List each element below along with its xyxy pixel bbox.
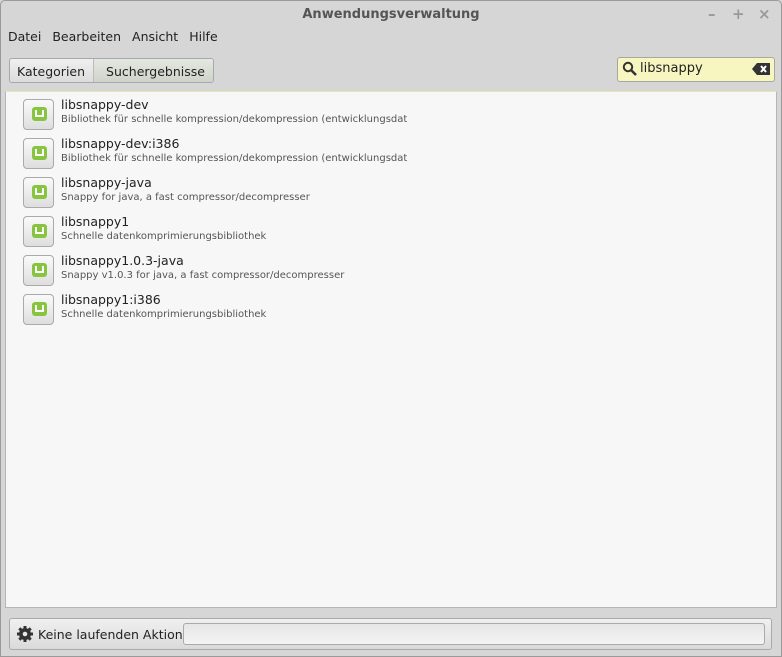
package-description: Schnelle datenkomprimierungsbibliothek bbox=[61, 309, 267, 320]
progress-bar bbox=[183, 623, 765, 645]
close-button[interactable]: × bbox=[758, 5, 771, 23]
package-list-item[interactable]: libsnappy-dev:i386 Bibliothek für schnell… bbox=[23, 136, 423, 174]
package-list-item[interactable]: libsnappy1:i386 Schnelle datenkomprimieru… bbox=[23, 292, 423, 330]
menu-hilfe[interactable]: Hilfe bbox=[189, 29, 217, 44]
package-name: libsnappy-dev bbox=[61, 97, 149, 112]
minimize-button[interactable]: – bbox=[708, 5, 716, 23]
window-title: Anwendungsverwaltung bbox=[302, 7, 480, 22]
package-description: Snappy v1.0.3 for java, a fast compresso… bbox=[61, 270, 345, 281]
menu-bearbeiten[interactable]: Bearbeiten bbox=[52, 29, 121, 44]
package-icon bbox=[23, 216, 54, 247]
package-name: libsnappy-dev:i386 bbox=[61, 136, 180, 151]
package-name: libsnappy1:i386 bbox=[61, 292, 161, 307]
menu-ansicht[interactable]: Ansicht bbox=[132, 29, 178, 44]
window: Anwendungsverwaltung – + × Datei Bearbei… bbox=[0, 0, 782, 657]
clear-search-icon[interactable] bbox=[752, 63, 770, 75]
package-list-item[interactable]: libsnappy1.0.3-java Snappy v1.0.3 for jav… bbox=[23, 253, 423, 291]
package-list-item[interactable]: libsnappy-dev Bibliothek für schnelle kom… bbox=[23, 97, 423, 135]
package-description: Bibliothek für schnelle kompression/deko… bbox=[61, 153, 407, 164]
package-description: Snappy for java, a fast compressor/decom… bbox=[61, 192, 310, 203]
status-text: Keine laufenden Aktionen bbox=[38, 627, 199, 642]
package-description: Schnelle datenkomprimierungsbibliothek bbox=[61, 231, 267, 242]
package-name: libsnappy1 bbox=[61, 214, 130, 229]
breadcrumb-suchergebnisse[interactable]: Suchergebnisse bbox=[93, 59, 213, 82]
package-description: Bibliothek für schnelle kompression/deko… bbox=[61, 114, 407, 125]
maximize-button[interactable]: + bbox=[732, 5, 745, 23]
menu-datei[interactable]: Datei bbox=[8, 29, 41, 44]
title-bar: Anwendungsverwaltung – + × bbox=[1, 1, 781, 29]
search-icon bbox=[622, 61, 637, 76]
status-bar: Keine laufenden Aktionen bbox=[9, 618, 772, 650]
search-input[interactable] bbox=[640, 61, 750, 76]
package-icon bbox=[23, 294, 54, 325]
package-name: libsnappy1.0.3-java bbox=[61, 253, 184, 268]
package-list: libsnappy-dev Bibliothek für schnelle kom… bbox=[5, 91, 777, 608]
package-icon bbox=[23, 138, 54, 169]
breadcrumb-kategorien[interactable]: Kategorien bbox=[10, 59, 93, 82]
package-icon bbox=[23, 255, 54, 286]
breadcrumb: Kategorien Suchergebnisse bbox=[9, 58, 214, 83]
gear-icon bbox=[17, 626, 33, 642]
package-name: libsnappy-java bbox=[61, 175, 152, 190]
package-icon bbox=[23, 99, 54, 130]
package-list-item[interactable]: libsnappy1 Schnelle datenkomprimierungsbi… bbox=[23, 214, 423, 252]
package-list-item[interactable]: libsnappy-java Snappy for java, a fast co… bbox=[23, 175, 423, 213]
package-icon bbox=[23, 177, 54, 208]
menu-bar: Datei Bearbeiten Ansicht Hilfe bbox=[8, 29, 218, 44]
search-box bbox=[617, 57, 775, 82]
